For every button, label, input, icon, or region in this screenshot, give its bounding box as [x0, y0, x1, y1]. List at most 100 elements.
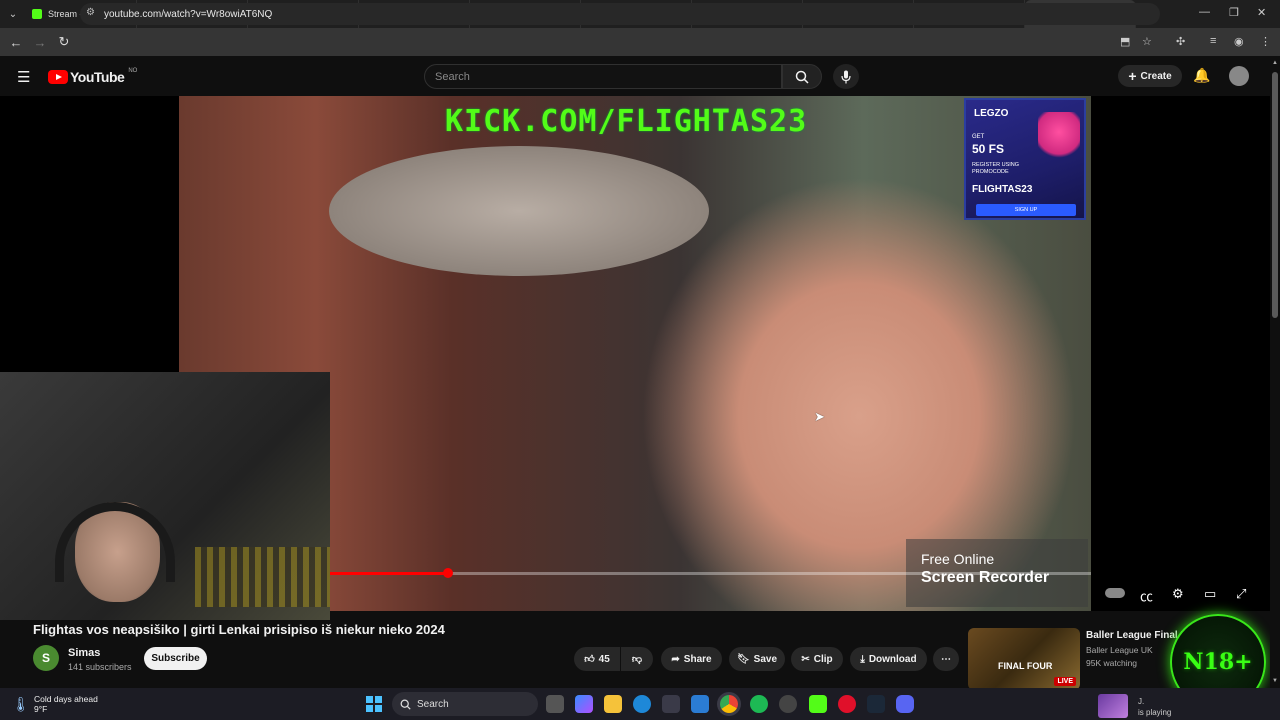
- ad-register: REGISTER USING PROMOCODE: [972, 162, 1020, 175]
- progress-scrubber[interactable]: [442, 568, 453, 578]
- recommended-thumbnail[interactable]: FINAL FOUR LIVE: [968, 628, 1080, 690]
- clip-label: Clip: [813, 653, 833, 665]
- settings-gear-icon[interactable]: ⚙: [1172, 586, 1184, 602]
- scroll-down-icon[interactable]: ▼: [1272, 678, 1278, 684]
- youtube-play-icon: [48, 70, 68, 84]
- bookmark-icon: 🔖︎: [736, 653, 750, 665]
- save-label: Save: [753, 653, 778, 665]
- taskbar-search[interactable]: Search: [392, 692, 538, 716]
- channel-name[interactable]: Simas: [68, 647, 100, 659]
- back-icon[interactable]: ←: [4, 35, 28, 50]
- browser-menu-icon[interactable]: ⋮: [1260, 35, 1271, 48]
- mouse-cursor-icon: ➤: [814, 409, 825, 424]
- ad-brand: LEGZO: [974, 108, 1009, 119]
- install-app-icon[interactable]: ⬒: [1120, 35, 1130, 48]
- weather-widget[interactable]: Cold days ahead 9°F: [34, 694, 98, 714]
- clip-button[interactable]: ✂ Clip: [791, 647, 843, 671]
- bookmark-star-icon[interactable]: ☆: [1142, 35, 1152, 48]
- url-text: youtube.com/watch?v=Wr8owiAT6NQ: [104, 8, 273, 20]
- chrome-icon[interactable]: [720, 695, 738, 713]
- scissors-icon: ✂: [801, 653, 810, 665]
- obs-icon[interactable]: [779, 695, 797, 713]
- create-label: Create: [1140, 70, 1172, 82]
- ad-mascot-icon: [1038, 112, 1080, 162]
- save-button[interactable]: 🔖︎ Save: [729, 647, 785, 671]
- kick-icon: [32, 9, 42, 19]
- captions-icon[interactable]: ㏄: [1140, 586, 1153, 605]
- thumbs-down-icon: 👎︎: [631, 654, 643, 665]
- theater-mode-icon[interactable]: ▭: [1204, 586, 1216, 602]
- youtube-logo[interactable]: YouTube NO: [48, 68, 138, 85]
- account-avatar[interactable]: [1229, 66, 1249, 86]
- address-bar-row: ← → ↻: [0, 28, 1280, 56]
- subscriber-count: 141 subscribers: [68, 662, 132, 672]
- kick-app-icon[interactable]: [809, 695, 827, 713]
- more-horizontal-icon: ⋯: [941, 653, 951, 665]
- outlook-icon[interactable]: [691, 695, 709, 713]
- now-playing-widget[interactable]: J. is playing: [1138, 696, 1171, 718]
- taskbar-search-label: Search: [417, 698, 449, 710]
- now-playing-thumbnail[interactable]: [1098, 694, 1128, 718]
- video-progress-bar[interactable]: [330, 568, 1091, 578]
- thermometer-icon[interactable]: 🌡︎: [12, 696, 30, 713]
- download-label: Download: [868, 653, 917, 665]
- autoplay-toggle[interactable]: [1105, 588, 1125, 598]
- opera-icon[interactable]: [838, 695, 856, 713]
- edge-icon[interactable]: [633, 695, 651, 713]
- channel-avatar[interactable]: S: [33, 645, 59, 671]
- close-window-icon[interactable]: ✕: [1257, 6, 1266, 19]
- ad-promocode: FLIGHTAS23: [972, 184, 1033, 195]
- profile-icon[interactable]: ◉: [1234, 35, 1244, 48]
- forward-icon[interactable]: →: [28, 35, 52, 50]
- reload-icon[interactable]: ↻: [52, 34, 76, 50]
- hamburger-menu-icon[interactable]: ☰: [17, 68, 30, 86]
- page-scrollbar[interactable]: ▲ ▼: [1270, 58, 1280, 688]
- discord-icon[interactable]: [896, 695, 914, 713]
- webcam-overlay: [0, 372, 330, 620]
- recommended-channel[interactable]: Baller League UK: [1086, 645, 1153, 655]
- steam-icon[interactable]: [867, 695, 885, 713]
- create-button[interactable]: + Create: [1118, 65, 1182, 87]
- extensions-icon[interactable]: ✣: [1176, 35, 1185, 48]
- watermark-line-1: Free Online: [921, 551, 995, 567]
- ad-offer: 50 FS: [972, 142, 1005, 156]
- download-button[interactable]: ⤓ Download: [850, 647, 927, 671]
- windows-start-icon[interactable]: [366, 696, 382, 712]
- search-icon: [795, 70, 809, 84]
- plus-icon: +: [1128, 68, 1137, 84]
- site-info-icon[interactable]: ⚙: [86, 7, 95, 18]
- file-explorer-icon[interactable]: [604, 695, 622, 713]
- scroll-up-icon[interactable]: ▲: [1272, 60, 1278, 66]
- recommended-viewers: 95K watching: [1086, 658, 1138, 668]
- webcam-background-chair: [195, 547, 330, 607]
- subscribe-button[interactable]: Subscribe: [144, 647, 207, 670]
- ad-get: GET: [972, 134, 985, 140]
- notifications-bell-icon[interactable]: 🔔: [1193, 67, 1210, 84]
- fullscreen-icon[interactable]: ⤢: [1236, 586, 1246, 602]
- spotify-icon[interactable]: [750, 695, 768, 713]
- share-button[interactable]: ➦ Share: [661, 647, 722, 671]
- live-badge: LIVE: [1054, 677, 1076, 686]
- share-label: Share: [683, 653, 712, 665]
- task-view-icon[interactable]: [546, 695, 564, 713]
- store-icon[interactable]: [662, 695, 680, 713]
- now-playing-status: is playing: [1138, 708, 1172, 717]
- thumbnail-text: FINAL FOUR: [998, 661, 1053, 671]
- tab-search-menu-button[interactable]: ⌄: [0, 0, 26, 28]
- minimize-icon[interactable]: —: [1199, 6, 1210, 18]
- weather-temp: 9°F: [34, 704, 48, 714]
- more-actions-button[interactable]: ⋯: [933, 647, 959, 671]
- voice-search-button[interactable]: [833, 64, 859, 89]
- media-controls-icon[interactable]: ≡: [1210, 35, 1216, 47]
- search-input[interactable]: Search: [424, 64, 782, 89]
- search-button[interactable]: [782, 64, 822, 89]
- restore-icon[interactable]: ❐: [1229, 6, 1239, 19]
- country-code: NO: [128, 68, 138, 74]
- copilot-icon[interactable]: [575, 695, 593, 713]
- dislike-button[interactable]: 👎︎: [621, 647, 653, 671]
- video-letterbox-right: [1091, 96, 1271, 611]
- microphone-icon: [841, 70, 851, 83]
- url-field[interactable]: ⚙ youtube.com/watch?v=Wr8owiAT6NQ: [80, 3, 1160, 25]
- scrollbar-thumb[interactable]: [1272, 72, 1278, 318]
- like-button[interactable]: 👍︎ 45: [574, 647, 620, 671]
